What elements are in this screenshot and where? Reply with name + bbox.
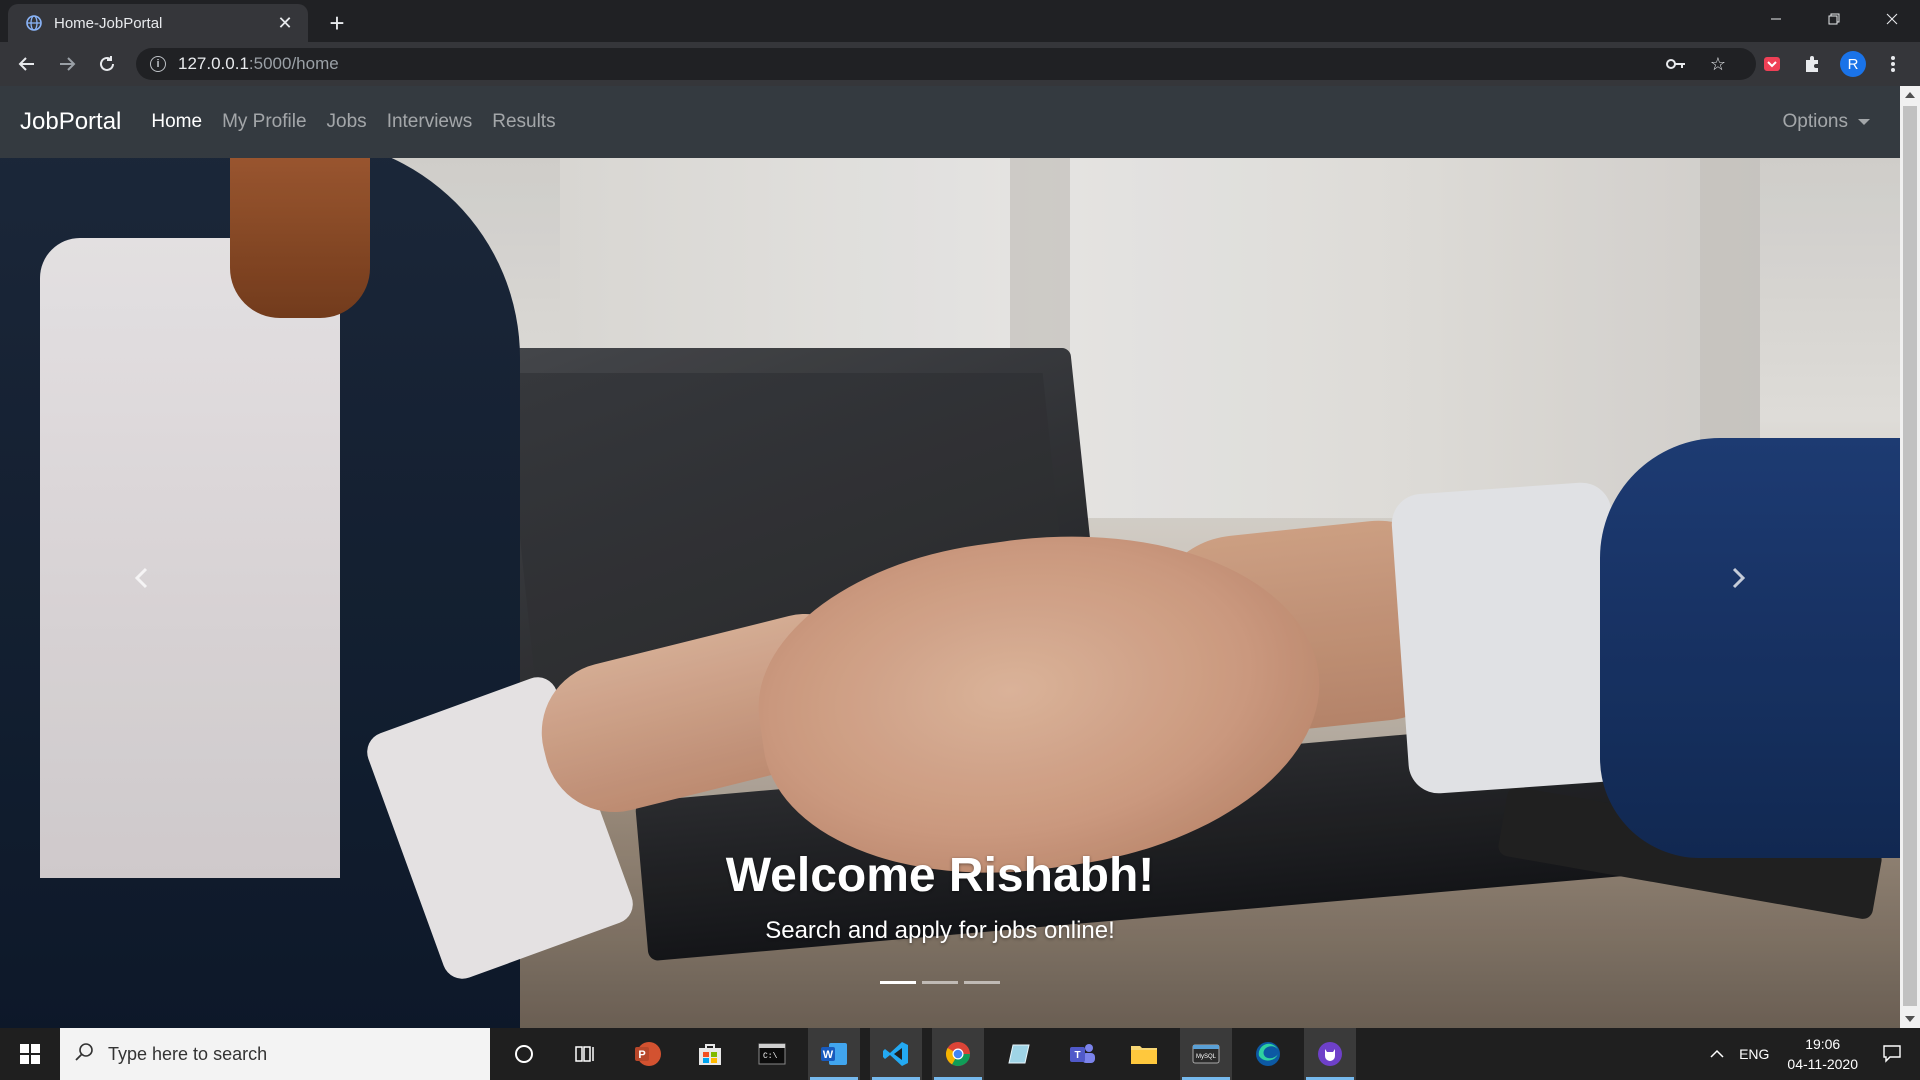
system-tray: ENG 19:06 04-11-2020 <box>1709 1028 1920 1080</box>
language-indicator[interactable]: ENG <box>1739 1046 1769 1062</box>
extensions-puzzle-icon[interactable] <box>1797 49 1827 79</box>
hero-carousel: Welcome Rishabh! Search and apply for jo… <box>0 158 1900 1028</box>
search-icon <box>74 1042 94 1067</box>
welcome-heading: Welcome Rishabh! <box>725 849 1155 902</box>
powerpoint-icon[interactable]: P <box>622 1028 674 1080</box>
chrome-icon[interactable] <box>932 1028 984 1080</box>
address-bar[interactable]: i 127.0.0.1:5000/home ☆ <box>136 48 1756 80</box>
task-view-icon[interactable] <box>560 1028 612 1080</box>
tab-title: Home-JobPortal <box>54 14 163 32</box>
url-host: 127.0.0.1 <box>178 54 249 73</box>
command-prompt-icon[interactable]: C:\ <box>746 1028 798 1080</box>
carousel-prev-button[interactable] <box>112 548 172 608</box>
options-dropdown[interactable]: Options <box>1783 86 1870 158</box>
bookmark-star-icon[interactable]: ☆ <box>1710 54 1726 75</box>
nav-link-jobs[interactable]: Jobs <box>327 111 367 133</box>
browser-menu-icon[interactable] <box>1878 49 1908 79</box>
word-icon[interactable]: W <box>808 1028 860 1080</box>
carousel-indicators <box>0 981 1880 984</box>
browser-toolbar: i 127.0.0.1:5000/home ☆ R <box>0 42 1920 86</box>
windows-taskbar: Type here to search P C:\ W T MySQL ENG … <box>0 1028 1920 1080</box>
minimize-window-icon[interactable] <box>1748 0 1804 38</box>
file-explorer-icon[interactable] <box>1118 1028 1170 1080</box>
cortana-icon[interactable] <box>498 1028 550 1080</box>
microsoft-store-icon[interactable] <box>684 1028 736 1080</box>
edge-icon[interactable] <box>1242 1028 1294 1080</box>
chevron-right-icon <box>1732 567 1746 589</box>
back-arrow-icon[interactable] <box>12 49 42 79</box>
url-path: :5000/home <box>248 54 339 73</box>
globe-icon <box>24 13 44 33</box>
close-tab-icon[interactable]: ✕ <box>274 12 296 34</box>
close-window-icon[interactable] <box>1864 0 1920 38</box>
carousel-indicator-2[interactable] <box>922 981 958 984</box>
search-placeholder: Type here to search <box>108 1043 268 1064</box>
scrollbar-thumb[interactable] <box>1903 106 1917 1006</box>
pocket-extension-icon[interactable] <box>1757 49 1787 79</box>
svg-text:T: T <box>1074 1050 1080 1061</box>
notifications-icon[interactable] <box>1882 1043 1902 1066</box>
svg-text:C:\: C:\ <box>763 1052 778 1061</box>
carousel-next-button[interactable] <box>1708 548 1768 608</box>
windows-start-icon[interactable] <box>0 1028 60 1080</box>
scroll-down-icon[interactable] <box>1905 1016 1915 1022</box>
key-icon[interactable] <box>1665 54 1686 75</box>
clock-date: 04-11-2020 <box>1787 1056 1858 1072</box>
carousel-caption: Welcome Rishabh! Search and apply for jo… <box>0 848 1880 945</box>
teams-icon[interactable]: T <box>1056 1028 1108 1080</box>
github-desktop-icon[interactable] <box>1304 1028 1356 1080</box>
show-hidden-icons-icon[interactable] <box>1709 1046 1725 1062</box>
scroll-up-icon[interactable] <box>1905 92 1915 98</box>
page-viewport: JobPortal Home My Profile Jobs Interview… <box>0 86 1900 1028</box>
restore-window-icon[interactable] <box>1806 0 1862 38</box>
options-label: Options <box>1782 111 1848 132</box>
welcome-subtitle: Search and apply for jobs online! <box>765 917 1115 944</box>
caret-down-icon <box>1858 119 1870 125</box>
forward-arrow-icon[interactable] <box>52 49 82 79</box>
svg-text:W: W <box>823 1049 834 1061</box>
mysql-workbench-icon[interactable]: MySQL <box>1180 1028 1232 1080</box>
new-tab-button[interactable]: + <box>322 8 352 38</box>
site-navbar: JobPortal Home My Profile Jobs Interview… <box>0 86 1900 158</box>
brand-logo[interactable]: JobPortal <box>20 108 121 136</box>
taskbar-search-box[interactable]: Type here to search <box>60 1028 490 1080</box>
clock[interactable]: 19:06 04-11-2020 <box>1787 1034 1858 1074</box>
carousel-indicator-3[interactable] <box>964 981 1000 984</box>
browser-tab[interactable]: Home-JobPortal ✕ <box>8 4 308 42</box>
site-info-icon[interactable]: i <box>150 56 166 72</box>
nav-link-interviews[interactable]: Interviews <box>387 111 473 133</box>
nav-link-home[interactable]: Home <box>151 111 202 133</box>
nav-link-my-profile[interactable]: My Profile <box>222 111 306 133</box>
chevron-left-icon <box>134 567 148 589</box>
carousel-indicator-1[interactable] <box>880 981 916 984</box>
nav-link-results[interactable]: Results <box>492 111 555 133</box>
svg-text:MySQL: MySQL <box>1196 1054 1217 1060</box>
page-scrollbar[interactable] <box>1900 86 1920 1028</box>
browser-tab-strip: Home-JobPortal ✕ + <box>0 0 1920 42</box>
reload-icon[interactable] <box>92 49 122 79</box>
profile-avatar[interactable]: R <box>1838 49 1868 79</box>
notes-app-icon[interactable] <box>994 1028 1046 1080</box>
vscode-icon[interactable] <box>870 1028 922 1080</box>
svg-text:P: P <box>638 1049 645 1061</box>
clock-time: 19:06 <box>1805 1036 1841 1052</box>
